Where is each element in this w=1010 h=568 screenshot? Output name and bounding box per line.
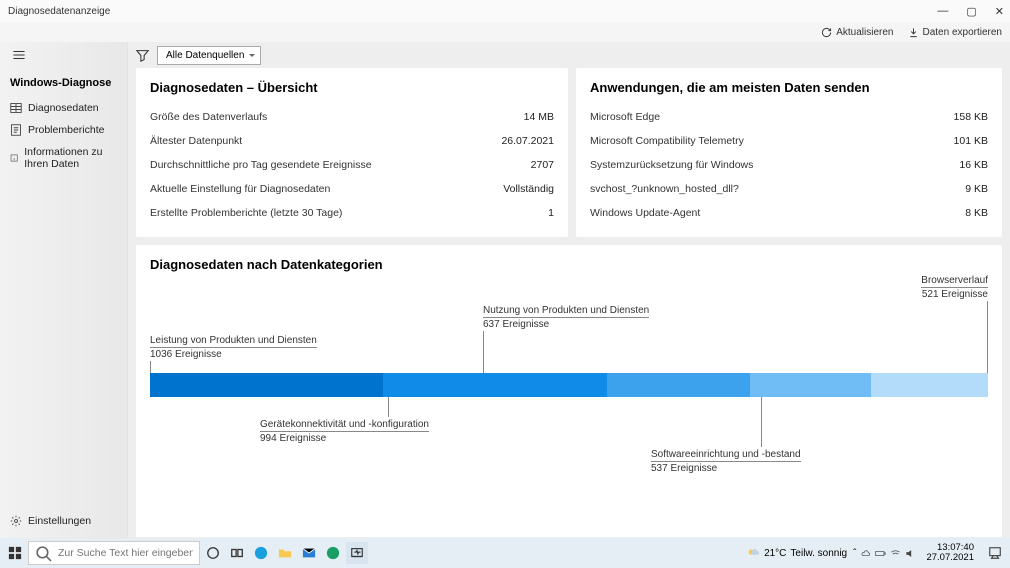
sidebar-item-diagnostic-data[interactable]: Diagnosedaten (0, 97, 128, 119)
taskbar-search[interactable] (28, 541, 200, 565)
top-apps-card: Anwendungen, die am meisten Daten senden… (576, 68, 1002, 237)
hamburger-icon (12, 48, 26, 62)
overview-row: Durchschnittliche pro Tag gesendete Erei… (150, 153, 554, 177)
sidebar-item-label: Diagnosedaten (28, 102, 99, 114)
sidebar-item-settings[interactable]: Einstellungen (0, 510, 128, 532)
categories-bar (150, 373, 988, 397)
bar-segment-usage[interactable] (607, 373, 750, 397)
app-row: svchost_?unknown_hosted_dll?9 KB (590, 177, 988, 201)
overview-card: Diagnosedaten – Übersicht Größe des Date… (136, 68, 568, 237)
circle-icon (206, 546, 220, 560)
taskbar-app-edge[interactable] (250, 542, 272, 564)
categories-title: Diagnosedaten nach Datenkategorien (150, 257, 988, 272)
app-row: Systemzurücksetzung für Windows16 KB (590, 153, 988, 177)
app-row: Microsoft Edge158 KB (590, 105, 988, 129)
cloud-icon[interactable] (860, 548, 871, 559)
sidebar-item-problem-reports[interactable]: Problemberichte (0, 119, 128, 141)
window-controls: — ▢ ✕ (937, 5, 1004, 18)
weather-icon (746, 546, 760, 560)
app-icon (326, 546, 340, 560)
refresh-label: Aktualisieren (836, 27, 893, 38)
start-button[interactable] (4, 542, 26, 564)
bar-segment-performance[interactable] (150, 373, 383, 397)
weather-temp: 21°C (764, 548, 786, 559)
chart-label-software: Softwareeinrichtung und -bestand 537 Ere… (651, 449, 801, 474)
taskbar-app-mail[interactable] (298, 542, 320, 564)
maximize-button[interactable]: ▢ (966, 5, 976, 18)
sidebar-item-data-info[interactable]: Informationen zu Ihren Daten (0, 141, 128, 175)
taskbar-clock[interactable]: 13:07:40 27.07.2021 (922, 543, 978, 564)
chevron-up-icon[interactable]: ˆ (853, 548, 856, 559)
diagnostic-icon (350, 546, 364, 560)
taskview-button[interactable] (226, 542, 248, 564)
taskbar: 21°C Teilw. sonnig ˆ 13:07:40 27.07.2021 (0, 538, 1010, 568)
taskbar-weather[interactable]: 21°C Teilw. sonnig (746, 546, 847, 560)
info-icon (10, 152, 18, 164)
overview-row: Erstellte Problemberichte (letzte 30 Tag… (150, 201, 554, 225)
bar-segment-browser[interactable] (871, 373, 988, 397)
filter-toolbar: Alle Datenquellen (128, 42, 1010, 68)
export-label: Daten exportieren (923, 27, 1003, 38)
system-tray[interactable]: ˆ (853, 548, 916, 559)
weather-desc: Teilw. sonnig (790, 548, 847, 559)
clock-date: 27.07.2021 (926, 553, 974, 563)
export-button[interactable]: Daten exportieren (908, 27, 1003, 38)
chart-label-browser-history: Browserverlauf 521 Ereignisse (921, 275, 988, 300)
chart-label-product-performance: Leistung von Produkten und Diensten 1036… (150, 335, 317, 360)
refresh-button[interactable]: Aktualisieren (821, 27, 893, 38)
windows-icon (8, 546, 22, 560)
bar-segment-connectivity[interactable] (383, 373, 607, 397)
table-icon (10, 102, 22, 114)
taskbar-app-diagnostic-viewer[interactable] (346, 542, 368, 564)
titlebar: Diagnosedatenanzeige — ▢ ✕ (0, 0, 1010, 22)
hamburger-button[interactable] (0, 48, 128, 71)
wifi-icon[interactable] (890, 548, 901, 559)
funnel-icon[interactable] (136, 49, 149, 62)
categories-card: Diagnosedaten nach Datenkategorien Brows… (136, 245, 1002, 537)
mail-icon (302, 546, 316, 560)
folder-icon (278, 546, 292, 560)
settings-label: Einstellungen (28, 515, 91, 527)
bar-segment-software[interactable] (750, 373, 871, 397)
taskview-icon (230, 546, 244, 560)
taskbar-app-explorer[interactable] (274, 542, 296, 564)
datasource-dropdown[interactable]: Alle Datenquellen (157, 46, 261, 65)
chart-label-connectivity: Gerätekonnektivität und -konfiguration 9… (260, 419, 429, 444)
minimize-button[interactable]: — (937, 5, 948, 18)
refresh-icon (821, 27, 832, 38)
volume-icon[interactable] (905, 548, 916, 559)
search-icon (35, 545, 52, 562)
overview-row: Größe des Datenverlaufs14 MB (150, 105, 554, 129)
overview-row: Ältester Datenpunkt26.07.2021 (150, 129, 554, 153)
sidebar-heading: Windows-Diagnose (0, 71, 128, 97)
taskbar-right: 21°C Teilw. sonnig ˆ 13:07:40 27.07.2021 (746, 542, 1006, 564)
window-title: Diagnosedatenanzeige (6, 6, 110, 17)
sidebar-item-label: Problemberichte (28, 124, 104, 136)
sidebar: Windows-Diagnose Diagnosedaten Problembe… (0, 42, 128, 538)
app-toolbar: Aktualisieren Daten exportieren (0, 22, 1010, 42)
battery-icon[interactable] (875, 548, 886, 559)
edge-icon (254, 546, 268, 560)
notification-icon (988, 546, 1002, 560)
app-row: Microsoft Compatibility Telemetry101 KB (590, 129, 988, 153)
overview-title: Diagnosedaten – Übersicht (150, 80, 554, 95)
app-row: Windows Update-Agent8 KB (590, 201, 988, 225)
dropdown-label: Alle Datenquellen (166, 50, 244, 61)
taskbar-app-generic[interactable] (322, 542, 344, 564)
report-icon (10, 124, 22, 136)
taskbar-search-input[interactable] (58, 547, 193, 559)
chart-label-product-usage: Nutzung von Produkten und Diensten 637 E… (483, 305, 649, 330)
content-area: Alle Datenquellen Diagnosedaten – Übersi… (128, 42, 1010, 538)
export-icon (908, 27, 919, 38)
close-button[interactable]: ✕ (995, 5, 1004, 18)
gear-icon (10, 515, 22, 527)
overview-row: Aktuelle Einstellung für DiagnosedatenVo… (150, 177, 554, 201)
action-center-button[interactable] (984, 542, 1006, 564)
top-apps-title: Anwendungen, die am meisten Daten senden (590, 80, 988, 95)
cortana-button[interactable] (202, 542, 224, 564)
sidebar-item-label: Informationen zu Ihren Daten (24, 146, 118, 170)
